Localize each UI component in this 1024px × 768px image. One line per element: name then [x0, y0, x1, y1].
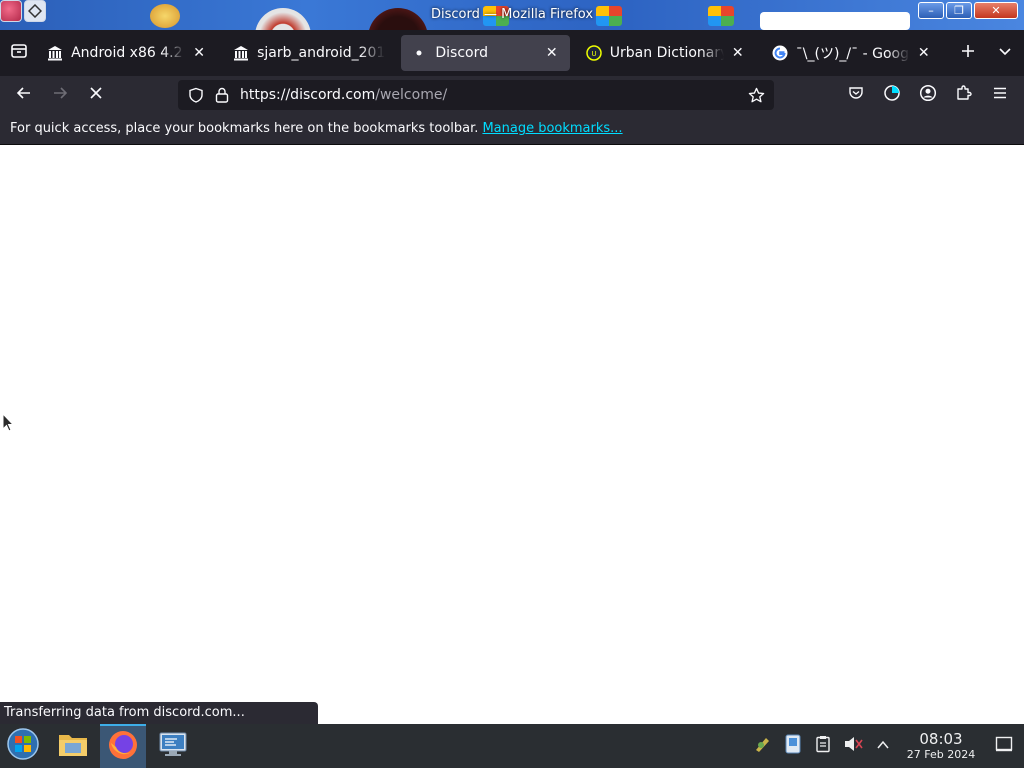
- clipboard-icon: [815, 735, 831, 757]
- windows-orb-icon: [6, 727, 40, 765]
- svg-text:U: U: [591, 50, 596, 58]
- url-bar[interactable]: https://discord.com/welcome/: [178, 80, 774, 110]
- firefox-view-icon: [10, 42, 28, 64]
- network-tools-icon: [753, 734, 773, 758]
- tab-label: ¯\_(ツ)_/¯ - Google: [795, 46, 910, 62]
- restore-button[interactable]: ❐: [946, 2, 972, 19]
- close-window-button[interactable]: ✕: [974, 2, 1018, 19]
- tray-clipboard-button[interactable]: [808, 724, 838, 768]
- window-titlebar[interactable]: Discord — Mozilla Firefox – ❐ ✕: [0, 0, 1024, 30]
- hamburger-menu-icon: [992, 85, 1008, 105]
- bookmarks-toolbar: For quick access, place your bookmarks h…: [0, 114, 1024, 145]
- close-tab-icon[interactable]: ✕: [916, 45, 932, 61]
- clock-time: 08:03: [919, 730, 963, 748]
- tray-network-button[interactable]: [748, 724, 778, 768]
- volume-muted-icon: [843, 735, 863, 757]
- device-notifier-icon: [784, 734, 802, 758]
- tray-volume-button[interactable]: [838, 724, 868, 768]
- url-host: https://discord.com: [240, 87, 376, 103]
- puzzle-piece-icon: [955, 84, 973, 106]
- tray-device-button[interactable]: [778, 724, 808, 768]
- plus-icon: [960, 43, 976, 63]
- archive-icon: [233, 45, 249, 61]
- back-button[interactable]: [6, 79, 42, 111]
- sync-progress-icon: [883, 84, 901, 106]
- computer-settings-icon: [157, 730, 189, 762]
- taskbar: 08:03 27 Feb 2024: [0, 724, 1024, 768]
- tab-discord[interactable]: Discord ✕: [401, 35, 570, 71]
- show-desktop-button[interactable]: [984, 724, 1024, 768]
- account-button[interactable]: [910, 79, 946, 111]
- show-desktop-icon: [995, 736, 1013, 756]
- archive-icon: [47, 45, 63, 61]
- status-panel: Transferring data from discord.com...: [0, 702, 318, 724]
- firefox-sync-button[interactable]: [874, 79, 910, 111]
- tracking-protection-shield-icon[interactable]: [184, 87, 208, 103]
- bookmark-star-icon[interactable]: [744, 87, 768, 104]
- manage-bookmarks-link[interactable]: Manage bookmarks...: [482, 121, 622, 136]
- google-icon: [772, 45, 788, 61]
- clock-date: 27 Feb 2024: [906, 748, 976, 761]
- tab-android-x86[interactable]: Android x86 4.2 B ✕: [37, 35, 217, 71]
- loading-dot-icon: [411, 45, 427, 61]
- lock-icon[interactable]: [212, 87, 232, 103]
- toolbar-right-buttons: [838, 76, 1018, 114]
- window-title: Discord — Mozilla Firefox: [430, 7, 594, 22]
- tab-google-shrug[interactable]: ¯\_(ツ)_/¯ - Google ✕: [762, 35, 942, 71]
- url-text[interactable]: https://discord.com/welcome/: [240, 87, 447, 103]
- tab-strip: Android x86 4.2 B ✕ sjarb_android_201 Di…: [0, 30, 1024, 76]
- taskbar-firefox[interactable]: [100, 724, 146, 768]
- system-tray: 08:03 27 Feb 2024: [748, 724, 1024, 768]
- digital-clock[interactable]: 08:03 27 Feb 2024: [904, 730, 978, 762]
- url-path: /welcome/: [375, 87, 448, 103]
- close-tab-icon[interactable]: ✕: [730, 45, 746, 61]
- back-arrow-icon: [15, 84, 33, 106]
- start-menu-button[interactable]: [0, 724, 46, 768]
- chevron-up-icon: [876, 737, 890, 756]
- close-tab-icon[interactable]: ✕: [191, 45, 207, 61]
- bookmarks-empty-message: For quick access, place your bookmarks h…: [10, 121, 479, 136]
- stop-x-icon: [88, 85, 104, 105]
- pocket-button[interactable]: [838, 79, 874, 111]
- close-tab-icon[interactable]: ✕: [544, 45, 560, 61]
- tab-urban-dictionary[interactable]: U Urban Dictionary - ✕: [576, 35, 756, 71]
- minimize-button[interactable]: –: [918, 2, 944, 19]
- list-all-tabs-button[interactable]: [987, 30, 1024, 76]
- window-controls: – ❐ ✕: [918, 2, 1018, 19]
- tab-label: Android x86 4.2 B: [71, 45, 186, 61]
- taskbar-system-settings[interactable]: [150, 724, 196, 768]
- folder-icon: [57, 730, 89, 762]
- urban-dictionary-icon: U: [586, 45, 602, 61]
- tray-expand-button[interactable]: [868, 724, 898, 768]
- forward-button[interactable]: [42, 79, 78, 111]
- chevron-down-icon: [997, 43, 1013, 63]
- app-menu-button[interactable]: [982, 79, 1018, 111]
- firefox-icon: [107, 729, 139, 765]
- firefox-view-button[interactable]: [0, 30, 37, 76]
- forward-arrow-icon: [51, 84, 69, 106]
- page-content[interactable]: [0, 145, 1024, 724]
- account-icon: [919, 84, 937, 106]
- mouse-cursor-icon: [2, 412, 15, 437]
- tab-label: sjarb_android_201: [257, 45, 386, 61]
- tab-label: Discord: [435, 45, 488, 61]
- stop-button[interactable]: [78, 79, 114, 111]
- tab-sjarb-android[interactable]: sjarb_android_201: [223, 35, 395, 71]
- extensions-button[interactable]: [946, 79, 982, 111]
- tab-label: Urban Dictionary -: [609, 45, 724, 61]
- taskbar-file-manager[interactable]: [50, 724, 96, 768]
- new-tab-button[interactable]: [950, 30, 987, 76]
- pocket-icon: [848, 85, 864, 105]
